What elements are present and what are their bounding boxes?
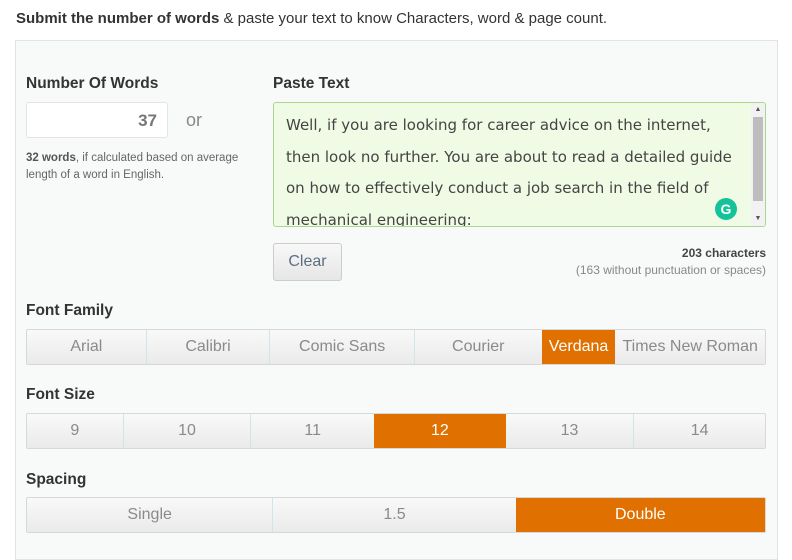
spacing-option-selected[interactable]: Double	[515, 498, 765, 532]
textarea-scrollbar[interactable]: ▲ ▼	[751, 103, 765, 226]
font-family-option-selected[interactable]: Verdana	[541, 330, 616, 364]
characters-total: 203 characters	[681, 246, 766, 260]
paste-text-label: Paste Text	[273, 75, 350, 92]
font-family-option[interactable]: Comic Sans	[269, 330, 414, 364]
font-size-option-selected[interactable]: 12	[374, 414, 506, 448]
font-family-label: Font Family	[26, 302, 113, 319]
scroll-down-icon[interactable]: ▼	[751, 213, 765, 225]
words-note: 32 words, if calculated based on average…	[26, 150, 246, 184]
font-family-selector: Arial Calibri Comic Sans Courier Verdana…	[26, 329, 766, 365]
font-family-option[interactable]: Times New Roman	[615, 330, 765, 364]
font-size-option[interactable]: 13	[506, 414, 634, 448]
spacing-option[interactable]: Single	[27, 498, 272, 532]
font-family-option[interactable]: Calibri	[145, 330, 270, 364]
font-size-option[interactable]: 10	[122, 414, 251, 448]
scroll-up-icon[interactable]: ▲	[751, 104, 765, 116]
intro-bold: Submit the number of words	[16, 10, 220, 27]
spacing-selector: Single 1.5 Double	[26, 497, 766, 533]
words-note-count: 32 words	[26, 152, 76, 164]
intro-text: Submit the number of words & paste your …	[16, 10, 607, 27]
number-of-words-input[interactable]: 37	[26, 102, 168, 138]
spacing-label: Spacing	[26, 471, 87, 488]
character-count: 203 characters (163 without punctuation o…	[576, 245, 766, 279]
font-size-option[interactable]: 9	[27, 414, 123, 448]
font-size-label: Font Size	[26, 386, 95, 403]
clear-button[interactable]: Clear	[273, 243, 342, 281]
font-size-selector: 9 10 11 12 13 14	[26, 413, 766, 449]
intro-rest: & paste your text to know Characters, wo…	[219, 10, 608, 27]
number-of-words-label: Number Of Words	[26, 75, 159, 92]
or-text: or	[186, 110, 203, 130]
paste-textarea[interactable]: Well, if you are looking for career advi…	[273, 102, 766, 227]
font-family-option[interactable]: Arial	[27, 330, 146, 364]
characters-without: (163 without punctuation or spaces)	[575, 263, 766, 277]
textarea-content[interactable]: Well, if you are looking for career advi…	[286, 110, 736, 226]
font-family-option[interactable]: Courier	[413, 330, 542, 364]
spacing-option[interactable]: 1.5	[272, 498, 515, 532]
font-size-option[interactable]: 14	[633, 414, 765, 448]
grammarly-icon[interactable]: G	[715, 198, 737, 220]
scrollbar-thumb[interactable]	[753, 117, 763, 201]
font-size-option[interactable]: 11	[250, 414, 374, 448]
